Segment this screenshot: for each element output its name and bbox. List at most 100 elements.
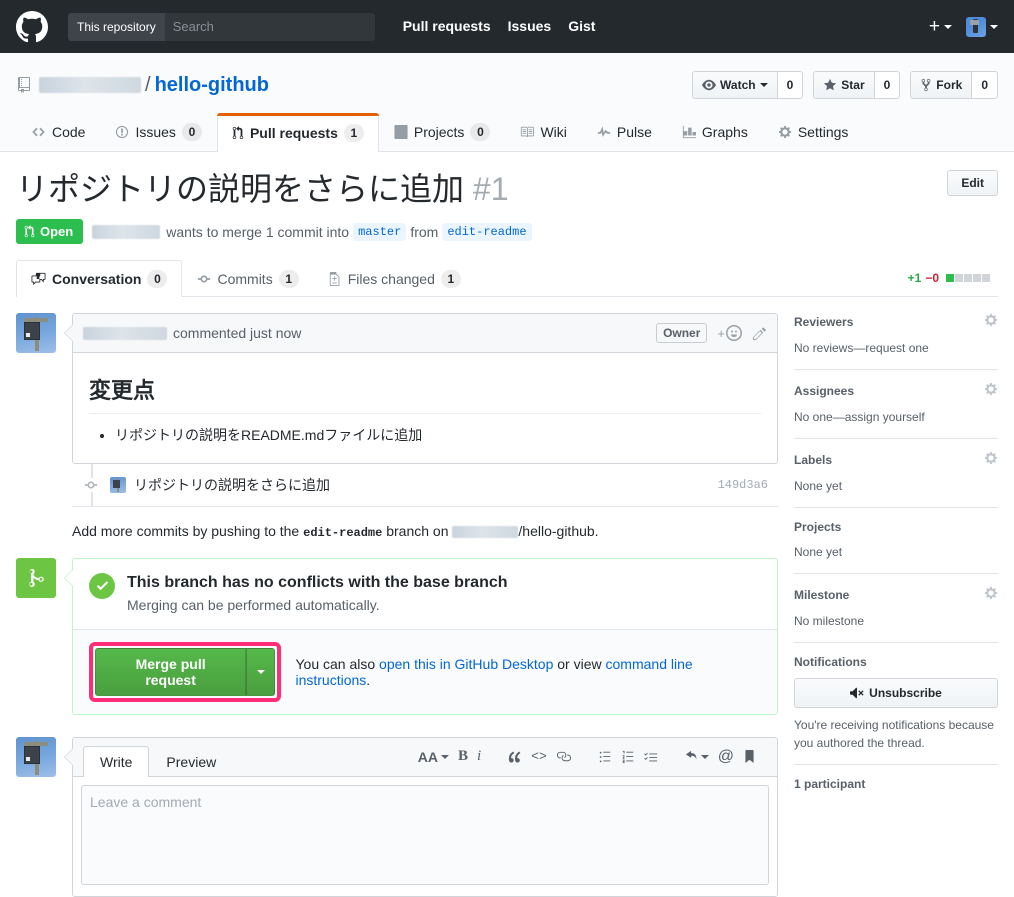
tab-commits[interactable]: Commits 1 <box>182 260 313 297</box>
github-mark-icon[interactable] <box>16 10 48 43</box>
open-in-github-desktop-link[interactable]: open this in GitHub Desktop <box>379 656 553 672</box>
repo-tab-code[interactable]: Code <box>16 113 100 151</box>
quote-icon[interactable] <box>508 750 522 764</box>
reply-icon[interactable] <box>685 750 709 764</box>
fork-button[interactable]: Fork <box>910 71 973 99</box>
push-instructions: Add more commits by pushing to the edit-… <box>72 507 778 558</box>
code-icon[interactable]: <> <box>531 749 547 764</box>
add-reaction-icon[interactable]: + <box>717 325 742 342</box>
head-branch-tag[interactable]: edit-readme <box>442 222 532 241</box>
unordered-list-icon[interactable] <box>598 750 612 764</box>
pencil-icon[interactable] <box>752 326 767 341</box>
merge-note: You can also open this in GitHub Desktop… <box>295 656 761 688</box>
search-scope-label[interactable]: This repository <box>68 12 165 41</box>
watch-count[interactable]: 0 <box>777 71 804 99</box>
owner-name-redacted[interactable] <box>39 77 141 94</box>
star-icon <box>824 78 837 91</box>
comment-form-body <box>73 776 777 896</box>
tab-write[interactable]: Write <box>83 745 150 777</box>
sidebar-heading: Reviewers <box>794 313 998 330</box>
merge-container: This branch has no conflicts with the ba… <box>64 557 778 715</box>
watch-button[interactable]: Watch <box>692 71 778 99</box>
repo-tab-pull-requests[interactable]: Pull requests 1 <box>216 113 379 152</box>
avatar[interactable] <box>16 736 56 777</box>
pr-author-redacted[interactable] <box>92 224 161 239</box>
base-branch-tag[interactable]: master <box>353 222 407 241</box>
fork-button-group: Fork 0 <box>910 71 998 99</box>
ordered-list-icon[interactable] <box>621 750 635 764</box>
repo-tab-label: Code <box>52 124 86 140</box>
create-new-menu[interactable]: + <box>929 17 952 36</box>
avatar[interactable] <box>16 313 56 354</box>
sidebar-heading: Labels <box>794 451 998 468</box>
commit-sha[interactable]: 149d3a6 <box>718 478 768 492</box>
tab-files-changed[interactable]: Files changed 1 <box>314 260 476 297</box>
pr-sidebar: Reviewers No reviews—request one Assigne… <box>794 313 998 896</box>
chevron-down-icon <box>944 24 952 29</box>
repo-tab-counter: 0 <box>470 123 491 141</box>
unsubscribe-button[interactable]: Unsubscribe <box>794 678 998 709</box>
star-count[interactable]: 0 <box>874 71 901 99</box>
comment-form-container: Write Preview AA B i <> @ Leave a commen… <box>64 736 778 897</box>
pull-request-page: リポジトリの説明をさらに追加 #1 Edit Open wants to mer… <box>0 152 1014 897</box>
chevron-down-icon <box>256 669 265 674</box>
user-menu[interactable] <box>966 16 998 37</box>
mute-icon <box>850 688 864 699</box>
commit-message[interactable]: リポジトリの説明をさらに追加 <box>134 475 330 495</box>
global-nav-links: Pull requests Issues Gist <box>403 0 596 53</box>
user-avatar <box>966 16 986 37</box>
pr-number: #1 <box>472 171 509 207</box>
repo-tab-wiki[interactable]: Wiki <box>505 113 581 151</box>
nav-link-gist[interactable]: Gist <box>568 0 595 53</box>
sidebar-heading: Notifications <box>794 655 998 669</box>
nav-link-pull-requests[interactable]: Pull requests <box>403 0 491 53</box>
sidebar-section-value[interactable]: None yet <box>794 543 998 561</box>
chevron-down-icon <box>990 24 998 29</box>
repo-name-link[interactable]: hello-github <box>155 74 269 96</box>
mention-icon[interactable]: @ <box>718 748 734 766</box>
sidebar-section-labels: Labels None yet <box>794 451 998 509</box>
repo-icon <box>18 77 30 93</box>
italic-icon[interactable]: i <box>477 748 481 765</box>
search-input[interactable] <box>164 12 375 41</box>
sidebar-section-value[interactable]: No one—assign yourself <box>794 408 998 426</box>
comment-author-redacted[interactable] <box>83 326 167 340</box>
repository-title-row: / hello-github Watch 0 Star 0 Fork 0 <box>16 71 998 99</box>
gear-icon[interactable] <box>984 313 998 330</box>
merge-pull-request-button[interactable]: Merge pull request <box>95 647 247 696</box>
nav-link-issues[interactable]: Issues <box>508 0 552 53</box>
repo-tab-pulse[interactable]: Pulse <box>582 113 667 151</box>
sidebar-section-value[interactable]: No milestone <box>794 612 998 630</box>
repo-tab-counter: 1 <box>343 123 364 142</box>
repo-tab-graphs[interactable]: Graphs <box>667 113 763 151</box>
repository-header: / hello-github Watch 0 Star 0 Fork 0 Cod… <box>0 53 1014 152</box>
tab-preview[interactable]: Preview <box>149 746 233 777</box>
repo-tab-issues[interactable]: Issues 0 <box>100 113 216 151</box>
gear-icon[interactable] <box>984 451 998 468</box>
merge-options-dropdown[interactable] <box>246 647 276 696</box>
gear-icon[interactable] <box>984 586 998 603</box>
star-button[interactable]: Star <box>813 71 875 99</box>
comment-input[interactable] <box>81 784 769 885</box>
fork-count[interactable]: 0 <box>972 71 998 99</box>
sidebar-section-value[interactable]: None yet <box>794 477 998 495</box>
git-commit-icon <box>198 275 211 283</box>
gear-icon[interactable] <box>984 382 998 399</box>
comment-header-actions: Owner + <box>656 323 767 344</box>
text-size-icon[interactable]: AA <box>418 749 449 765</box>
bold-icon[interactable]: B <box>458 748 468 765</box>
task-list-icon[interactable] <box>643 750 658 764</box>
commit-row: リポジトリの説明をさらに追加 149d3a6 <box>72 463 778 507</box>
chevron-down-icon <box>759 83 768 87</box>
repo-tab-projects[interactable]: Projects 0 <box>379 113 506 151</box>
link-icon[interactable] <box>556 749 571 764</box>
comment-header: commented just now Owner + <box>73 314 777 354</box>
pr-body-layout: commented just now Owner + 変更点 • リポジトリの説… <box>16 297 998 897</box>
tab-conversation[interactable]: Conversation 0 <box>16 260 183 298</box>
edit-title-button[interactable]: Edit <box>947 170 998 196</box>
avatar[interactable] <box>110 476 126 493</box>
plus-icon: + <box>928 16 940 37</box>
saved-replies-icon[interactable] <box>743 750 756 764</box>
repo-tab-settings[interactable]: Settings <box>763 113 864 151</box>
sidebar-section-value[interactable]: No reviews—request one <box>794 339 998 357</box>
